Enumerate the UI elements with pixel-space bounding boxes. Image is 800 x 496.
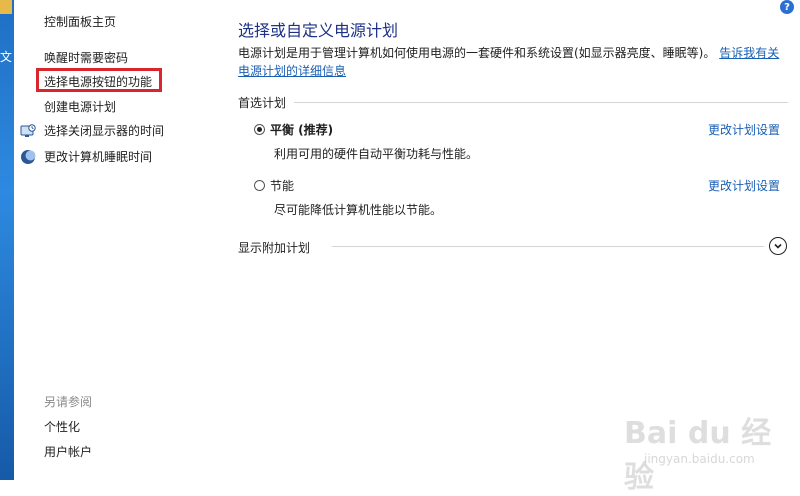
page-title: 选择或自定义电源计划 (238, 21, 399, 40)
moon-icon (20, 149, 36, 165)
monitor-icon (20, 123, 36, 139)
section-divider (332, 246, 764, 247)
section-divider (294, 102, 788, 103)
desktop-edge: 文 (0, 0, 14, 480)
section-heading: 首选计划 (238, 96, 287, 110)
sidebar-item-display-off[interactable]: 选择关闭显示器的时间 (20, 122, 164, 139)
sidebar-item-sleep-time[interactable]: 更改计算机睡眠时间 (20, 148, 152, 165)
sidebar-item-power-button[interactable]: 选择电源按钮的功能 (44, 73, 152, 90)
see-also-heading: 另请参阅 (44, 395, 93, 409)
plan-balanced-radio[interactable] (254, 124, 265, 135)
description-text: 电源计划是用于管理计算机如何使用电源的一套硬件和系统设置(如显示器亮度、睡眠等)… (238, 46, 716, 60)
folder-icon (0, 0, 12, 14)
sidebar-item-control-panel-home[interactable]: 控制面板主页 (44, 13, 116, 30)
plan-description: 利用可用的硬件自动平衡功耗与性能。 (274, 147, 479, 161)
plan-balanced-change-settings-link[interactable]: 更改计划设置 (708, 121, 780, 138)
help-icon[interactable]: ? (780, 0, 794, 14)
page-description: 电源计划是用于管理计算机如何使用电源的一套硬件和系统设置(如显示器亮度、睡眠等)… (238, 44, 790, 80)
sidebar-item-create-plan[interactable]: 创建电源计划 (44, 98, 116, 115)
desktop-edge-glyph: 文 (0, 50, 13, 64)
sidebar-item-label: 选择关闭显示器的时间 (44, 124, 165, 138)
additional-plans-section[interactable]: 显示附加计划 (238, 239, 540, 256)
sidebar-item-label: 更改计算机睡眠时间 (44, 150, 153, 164)
plan-power-saver-radio[interactable] (254, 180, 265, 191)
sidebar-item-user-accounts[interactable]: 用户帐户 (44, 443, 92, 460)
chevron-down-icon (774, 243, 782, 249)
plan-power-saver-change-settings-link[interactable]: 更改计划设置 (708, 177, 780, 194)
watermark-url: jingyan.baidu.com (644, 452, 755, 466)
plan-name[interactable]: 节能 (270, 177, 294, 194)
preferred-plans-section: 首选计划 (238, 94, 788, 111)
plan-name[interactable]: 平衡 (推荐) (270, 121, 333, 138)
power-options-window: 控制面板主页 唤醒时需要密码 选择电源按钮的功能 创建电源计划 选择关闭显示器的… (14, 0, 800, 495)
sidebar: 控制面板主页 唤醒时需要密码 选择电源按钮的功能 创建电源计划 选择关闭显示器的… (14, 0, 210, 480)
watermark: Bai du 经验 jingyan.baidu.com (614, 392, 794, 495)
plan-description: 尽可能降低计算机性能以节能。 (274, 203, 443, 217)
expand-additional-plans-button[interactable] (769, 237, 787, 255)
sidebar-item-personalization[interactable]: 个性化 (44, 418, 80, 435)
sidebar-item-wake-password[interactable]: 唤醒时需要密码 (44, 49, 128, 66)
section-heading: 显示附加计划 (238, 241, 311, 255)
